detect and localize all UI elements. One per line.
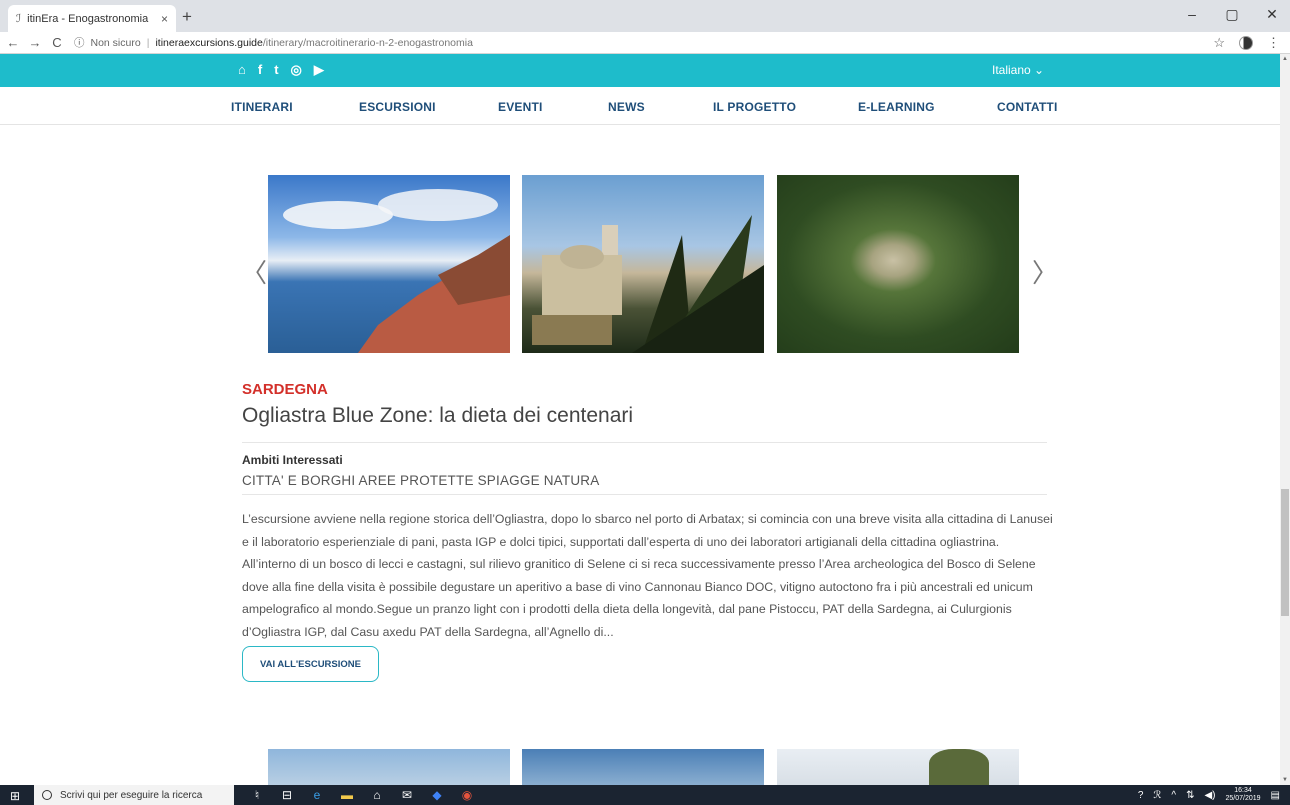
browser-tab-bar: ℐ itinEra - Enogastronomia × + – ▢ ✕ <box>0 0 1290 32</box>
browser-tab[interactable]: ℐ itinEra - Enogastronomia × <box>8 5 176 32</box>
facebook-icon[interactable]: f <box>258 62 262 78</box>
new-tab-button[interactable]: + <box>182 7 192 27</box>
minimize-button[interactable]: – <box>1182 6 1202 23</box>
excursion-description: L’escursione avviene nella regione stori… <box>242 512 1053 639</box>
excursion-title: Ogliastra Blue Zone: la dieta dei centen… <box>242 404 634 427</box>
dropbox-icon[interactable]: ◆ <box>430 788 444 802</box>
social-links: ⌂ f t ◎ ▶ <box>238 62 324 78</box>
restore-button[interactable]: ▢ <box>1222 6 1242 23</box>
nav-news[interactable]: NEWS <box>608 100 645 114</box>
notifications-icon[interactable]: ▤ <box>1271 790 1280 801</box>
carousel-next-button[interactable]: 〉 <box>1032 253 1058 290</box>
people-icon[interactable]: ℛ <box>1153 790 1161 801</box>
language-selector[interactable]: Italiano ⌄ <box>992 63 1044 77</box>
help-icon[interactable]: ? <box>1138 790 1144 801</box>
address-bar: ← → C ⓘ Non sicuro | itineraexcursions.g… <box>0 32 1290 54</box>
taskbar-search[interactable]: Scrivi qui per eseguire la ricerca <box>34 785 234 805</box>
instagram-icon[interactable]: ◎ <box>291 62 302 78</box>
store-icon[interactable]: ⌂ <box>370 788 384 802</box>
security-label: Non sicuro <box>90 36 141 49</box>
carousel-image-town[interactable] <box>522 175 764 353</box>
info-icon[interactable]: ⓘ <box>74 35 85 50</box>
forward-arrow-icon[interactable]: → <box>26 35 44 50</box>
scrollbar-thumb[interactable] <box>1281 489 1289 616</box>
main-navigation: ITINERARI ESCURSIONI EVENTI NEWS IL PROG… <box>0 87 1280 125</box>
edge-icon[interactable]: e <box>310 788 324 802</box>
nav-itinerari[interactable]: ITINERARI <box>231 100 293 114</box>
chevron-up-icon[interactable]: ^ <box>1171 790 1176 801</box>
site-favicon-icon: ℐ <box>16 13 22 25</box>
url-path: /itinerary/macroitinerario-n-2-enogastro… <box>262 36 473 49</box>
home-icon[interactable]: ⌂ <box>238 62 246 78</box>
nav-il-progetto[interactable]: IL PROGETTO <box>713 100 796 114</box>
scroll-down-icon[interactable]: ▼ <box>1282 777 1288 783</box>
ambiti-label: Ambiti Interessati <box>242 453 343 467</box>
url-field[interactable]: ⓘ Non sicuro | itineraexcursions.guide/i… <box>74 35 473 50</box>
clock-time: 16:34 <box>1234 787 1252 794</box>
taskbar-search-placeholder: Scrivi qui per eseguire la ricerca <box>60 789 203 801</box>
close-tab-icon[interactable]: × <box>161 12 168 26</box>
windows-start-icon[interactable]: ⊞ <box>10 789 20 803</box>
coast-illustration <box>283 189 510 353</box>
kebab-menu-icon[interactable]: ⋮ <box>1267 35 1280 51</box>
clock[interactable]: 16:34 25/07/2019 <box>1226 787 1261 803</box>
clock-date: 25/07/2019 <box>1225 795 1261 802</box>
network-icon[interactable]: ⇅ <box>1186 790 1194 801</box>
ambiti-value: CITTA' E BORGHI AREE PROTETTE SPIAGGE NA… <box>242 473 600 488</box>
page-scrollbar[interactable]: ▲ ▼ <box>1280 54 1290 785</box>
carousel-prev-button[interactable]: 〈 <box>241 253 267 290</box>
close-window-button[interactable]: ✕ <box>1262 6 1282 23</box>
address-bar-actions: ☆ ⋮ <box>1213 35 1280 51</box>
nav-eventi[interactable]: EVENTI <box>498 100 543 114</box>
reload-icon[interactable]: C <box>48 35 66 50</box>
carousel-image-next-1[interactable] <box>268 749 510 785</box>
nav-e-learning[interactable]: E-LEARNING <box>858 100 935 114</box>
tree-shape <box>929 749 989 785</box>
tab-title: itinEra - Enogastronomia <box>27 12 149 25</box>
microphone-icon[interactable]: ♮ <box>250 788 264 802</box>
url-host: itineraexcursions.guide <box>155 36 263 49</box>
carousel-image-forest[interactable] <box>777 175 1019 353</box>
window-controls: – ▢ ✕ <box>1182 6 1282 23</box>
chrome-icon[interactable]: ◉ <box>460 788 474 802</box>
url-separator: | <box>146 36 150 49</box>
star-icon[interactable]: ☆ <box>1213 35 1225 51</box>
town-illustration <box>532 215 764 353</box>
carousel-image-coast[interactable] <box>268 175 510 353</box>
mail-icon[interactable]: ✉ <box>400 788 414 802</box>
taskbar-apps: ♮ ⊟ e ▬ ⌂ ✉ ◆ ◉ <box>250 788 474 802</box>
carousel-image-next-3[interactable] <box>777 749 1019 785</box>
divider <box>242 494 1047 495</box>
windows-taskbar: ⊞ Scrivi qui per eseguire la ricerca ♮ ⊟… <box>0 785 1290 805</box>
back-arrow-icon[interactable]: ← <box>4 35 22 50</box>
carousel-image-next-2[interactable] <box>522 749 764 785</box>
divider <box>242 442 1047 443</box>
file-explorer-icon[interactable]: ▬ <box>340 788 354 802</box>
nav-contatti[interactable]: CONTATTI <box>997 100 1057 114</box>
volume-icon[interactable]: ◀) <box>1204 790 1215 801</box>
scroll-up-icon[interactable]: ▲ <box>1282 56 1288 62</box>
youtube-icon[interactable]: ▶ <box>314 62 324 78</box>
twitter-icon[interactable]: t <box>274 62 278 78</box>
task-view-icon[interactable]: ⊟ <box>280 788 294 802</box>
go-to-excursion-button[interactable]: VAI ALL'ESCURSIONE <box>242 646 379 682</box>
profile-avatar-icon[interactable] <box>1239 36 1253 50</box>
cortana-icon <box>42 790 52 800</box>
site-top-bar: ⌂ f t ◎ ▶ Italiano ⌄ <box>0 54 1280 87</box>
system-tray: ? ℛ ^ ⇅ ◀) 16:34 25/07/2019 ▤ <box>1138 787 1280 803</box>
nav-escursioni[interactable]: ESCURSIONI <box>359 100 436 114</box>
region-label: SARDEGNA <box>242 381 328 398</box>
